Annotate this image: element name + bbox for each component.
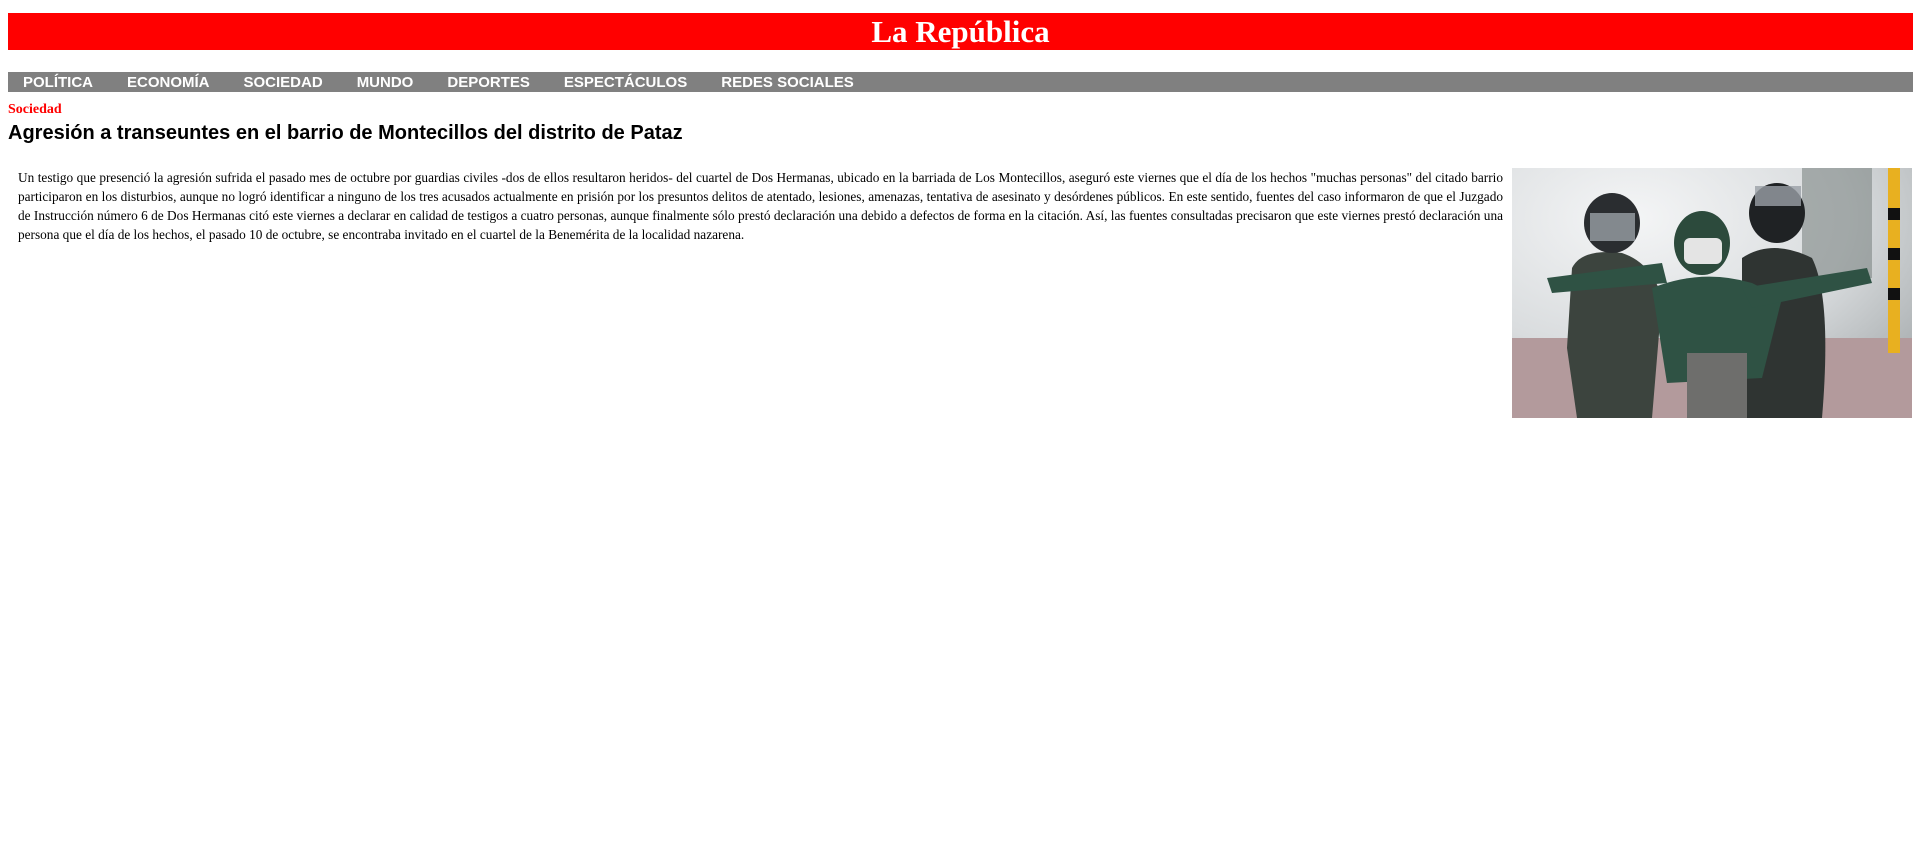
nav-item-sociedad[interactable]: SOCIEDAD xyxy=(244,74,323,91)
section-label: Sociedad xyxy=(8,102,62,117)
nav-item-politica[interactable]: POLÍTICA xyxy=(23,74,93,91)
article-headline: Agresión a transeuntes en el barrio de M… xyxy=(8,122,683,144)
nav-item-economia[interactable]: ECONOMÍA xyxy=(127,74,210,91)
site-title[interactable]: La República xyxy=(871,13,1049,50)
site-banner: La República xyxy=(8,13,1913,50)
main-nav: POLÍTICA ECONOMÍA SOCIEDAD MUNDO DEPORTE… xyxy=(8,72,1913,92)
photo-pole xyxy=(1888,168,1900,353)
nav-item-deportes[interactable]: DEPORTES xyxy=(447,74,530,91)
article-body: Un testigo que presenció la agresión suf… xyxy=(18,170,1503,242)
nav-item-mundo[interactable]: MUNDO xyxy=(357,74,414,91)
nav-item-espectaculos[interactable]: ESPECTÁCULOS xyxy=(564,74,687,91)
nav-item-redes-sociales[interactable]: REDES SOCIALES xyxy=(721,74,854,91)
article-photo xyxy=(1512,168,1912,418)
